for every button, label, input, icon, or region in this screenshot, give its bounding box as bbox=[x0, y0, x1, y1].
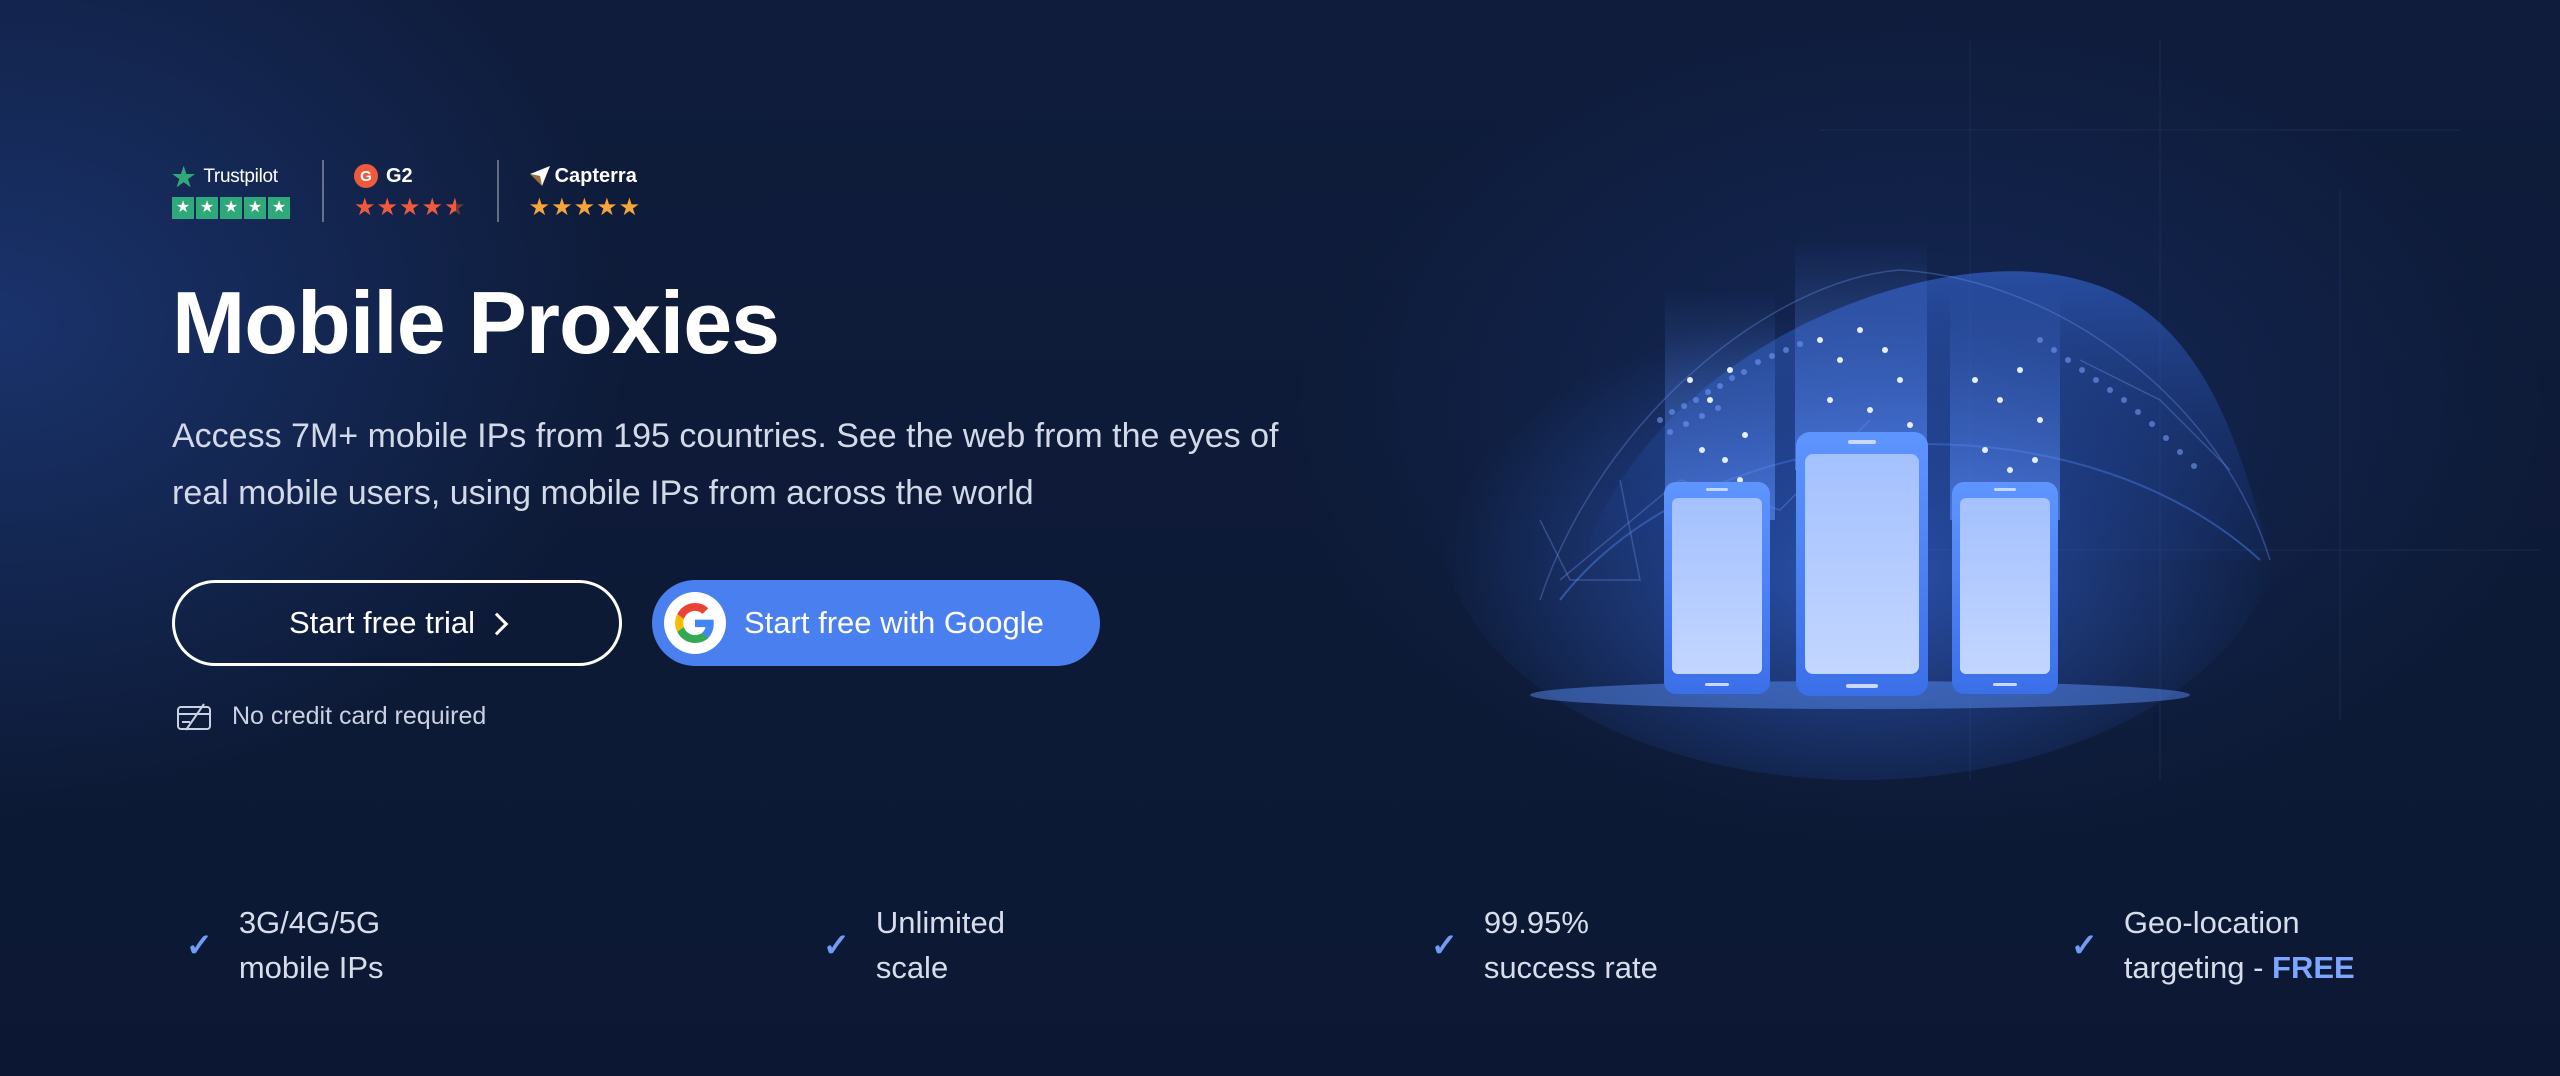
star-icon: ★ bbox=[551, 194, 573, 221]
check-icon: ✓ bbox=[823, 927, 850, 963]
feature-item: ✓ 99.95% success rate bbox=[1431, 900, 1658, 990]
feature-text: Geo-location targeting - FREE bbox=[2124, 900, 2355, 990]
divider bbox=[322, 160, 324, 222]
capterra-stars: ★ ★ ★ ★ ★ bbox=[529, 196, 642, 220]
feature-text: 99.95% success rate bbox=[1484, 900, 1658, 990]
feature-text: 3G/4G/5G mobile IPs bbox=[239, 900, 384, 990]
feature-line1: Unlimited bbox=[875, 905, 1006, 940]
star-icon: ★ bbox=[354, 194, 376, 221]
trustpilot-name: Trustpilot bbox=[203, 166, 278, 187]
trustpilot-stars: ★ ★ ★ ★ ★ bbox=[172, 197, 292, 219]
g2-stars: ★ ★ ★ ★ ★ bbox=[354, 196, 467, 220]
capterra-arrow-icon bbox=[529, 166, 550, 186]
feature-line1: 3G/4G/5G bbox=[238, 905, 381, 940]
google-logo-icon bbox=[664, 592, 726, 654]
star-icon: ★ bbox=[573, 194, 596, 221]
star-icon: ★ bbox=[244, 197, 266, 219]
star-icon: ★ bbox=[528, 194, 551, 221]
feature-item: ✓ Unlimited scale bbox=[823, 900, 1005, 990]
features-row: ✓ 3G/4G/5G mobile IPs ✓ Unlimited scale … bbox=[0, 900, 2560, 1000]
mobile-globe-illustration bbox=[1440, 40, 2560, 780]
feature-item: ✓ Geo-location targeting - FREE bbox=[2071, 900, 2355, 990]
star-icon: ★ bbox=[220, 197, 242, 219]
feature-line2: targeting - FREE bbox=[2124, 945, 2355, 990]
star-icon: ★ bbox=[618, 194, 641, 221]
feature-text: Unlimited scale bbox=[876, 900, 1005, 990]
star-icon: ★ bbox=[596, 194, 618, 221]
hero-section: ★ Trustpilot ★ ★ ★ ★ ★ G G2 ★ ★ ★ ★ ★ Ca… bbox=[172, 0, 1372, 780]
trustpilot-star-icon: ★ bbox=[172, 162, 196, 192]
star-icon: ★ bbox=[399, 194, 421, 221]
g2-name: G2 bbox=[386, 164, 413, 187]
half-star-icon: ★ bbox=[444, 194, 466, 221]
chevron-right-icon bbox=[485, 612, 509, 636]
no-credit-card-text: No credit card required bbox=[232, 702, 487, 730]
hero-description: Access 7M+ mobile IPs from 195 countries… bbox=[172, 417, 1279, 512]
check-icon: ✓ bbox=[186, 927, 213, 963]
star-icon: ★ bbox=[172, 197, 194, 219]
g2-logo: G G2 bbox=[354, 162, 467, 190]
phone-center bbox=[1796, 432, 1928, 696]
no-credit-card-note: No credit card required bbox=[176, 702, 486, 731]
feature-line2: mobile IPs bbox=[238, 950, 384, 985]
capterra-logo: Capterra bbox=[529, 162, 642, 190]
g2-badge-icon: G bbox=[354, 164, 378, 188]
phone-left bbox=[1664, 482, 1770, 694]
start-free-trial-button[interactable]: Start free trial bbox=[172, 580, 622, 666]
phone-right bbox=[1952, 482, 2058, 694]
star-icon: ★ bbox=[268, 197, 290, 219]
credit-card-icon bbox=[177, 702, 211, 731]
feature-line2: success rate bbox=[1483, 950, 1658, 985]
star-icon: ★ bbox=[196, 197, 218, 219]
divider bbox=[496, 160, 499, 222]
check-icon: ✓ bbox=[1431, 927, 1458, 963]
capterra-name: Capterra bbox=[554, 164, 637, 187]
star-icon: ★ bbox=[376, 194, 399, 221]
start-free-google-label: Start free with Google bbox=[744, 605, 1044, 640]
start-free-trial-label: Start free trial bbox=[288, 605, 476, 640]
feature-line1: 99.95% bbox=[1483, 905, 1589, 940]
g2-rating[interactable]: G G2 ★ ★ ★ ★ ★ bbox=[354, 160, 467, 222]
trustpilot-logo: ★ Trustpilot bbox=[172, 163, 292, 191]
star-icon: ★ bbox=[421, 194, 444, 221]
check-icon: ✓ bbox=[2071, 927, 2098, 963]
ratings-row: ★ Trustpilot ★ ★ ★ ★ ★ G G2 ★ ★ ★ ★ ★ Ca… bbox=[172, 160, 641, 222]
feature-line2: scale bbox=[875, 950, 949, 985]
trustpilot-rating[interactable]: ★ Trustpilot ★ ★ ★ ★ ★ bbox=[172, 160, 292, 222]
page-title: Mobile Proxies bbox=[172, 273, 780, 372]
free-highlight: FREE bbox=[2272, 950, 2355, 985]
feature-line2-text: targeting - bbox=[2123, 950, 2264, 985]
feature-line1: Geo-location bbox=[2123, 905, 2300, 940]
globe-phones-graphic bbox=[1440, 40, 2540, 780]
capterra-rating[interactable]: Capterra ★ ★ ★ ★ ★ bbox=[529, 160, 642, 222]
feature-item: ✓ 3G/4G/5G mobile IPs bbox=[186, 900, 384, 990]
start-free-google-button[interactable]: Start free with Google bbox=[652, 580, 1100, 666]
